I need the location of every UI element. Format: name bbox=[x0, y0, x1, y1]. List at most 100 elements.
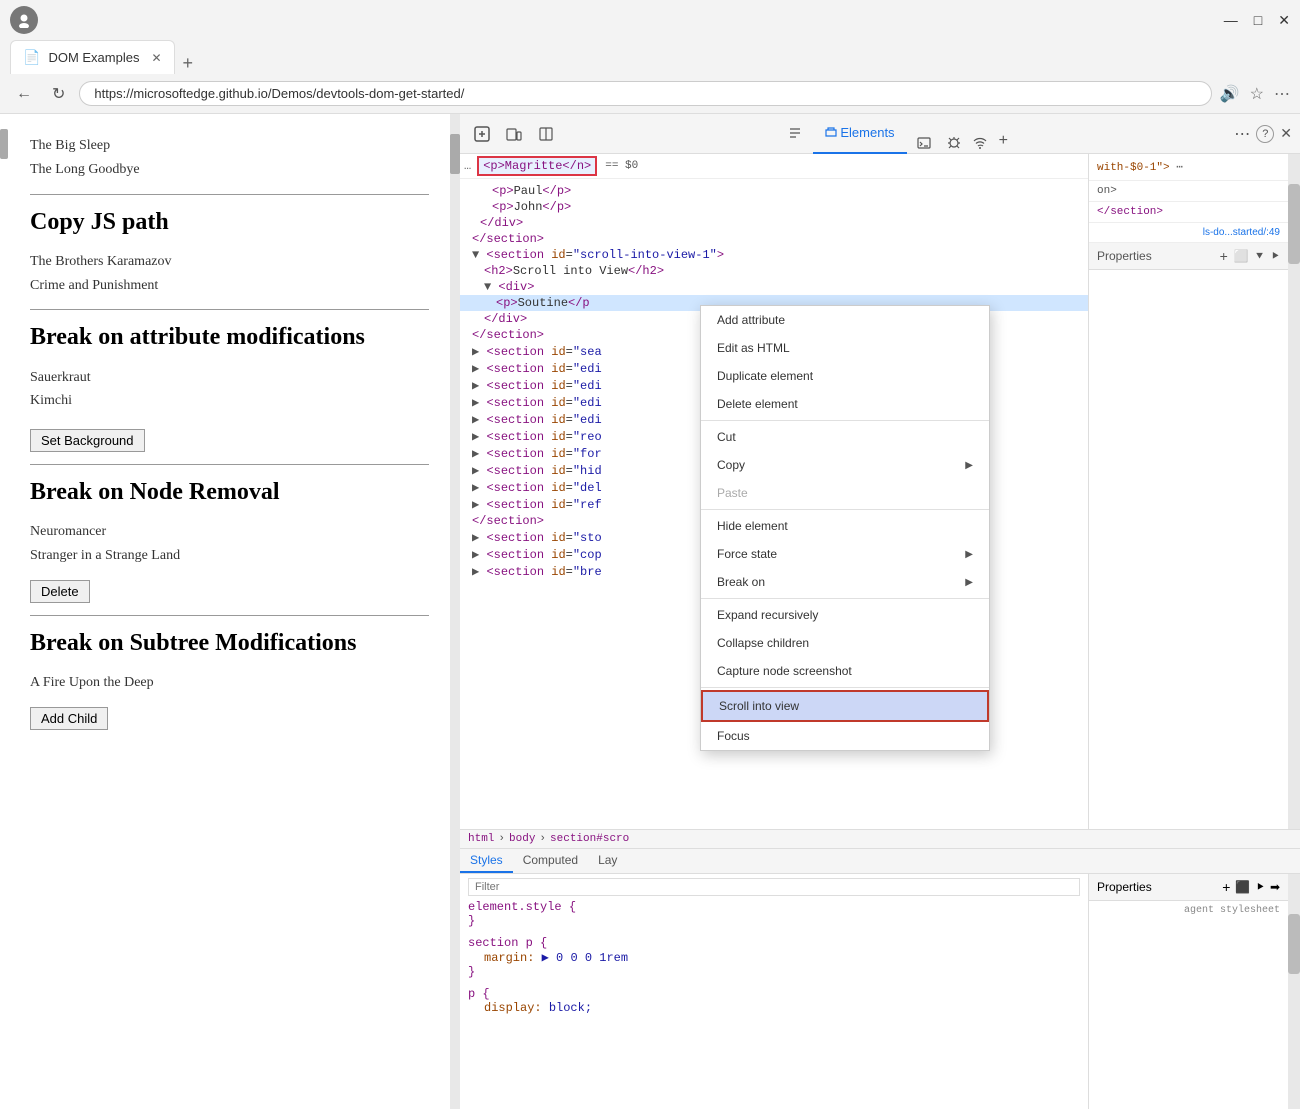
ctx-copy[interactable]: Copy ▶ bbox=[701, 451, 989, 479]
ctx-capture[interactable]: Capture node screenshot bbox=[701, 657, 989, 685]
computed-tab[interactable]: Computed bbox=[513, 849, 588, 873]
tab-elements[interactable] bbox=[780, 114, 813, 154]
divider-2 bbox=[30, 309, 429, 310]
ctx-cut[interactable]: Cut bbox=[701, 423, 989, 451]
right-node-text-1: with-$0-1"> ⋯ bbox=[1097, 160, 1280, 174]
url-input[interactable] bbox=[79, 81, 1211, 106]
ctx-delete[interactable]: Delete element bbox=[701, 390, 989, 418]
source-link[interactable]: ls-do...started/:49 bbox=[1203, 227, 1280, 238]
set-background-button[interactable]: Set Background bbox=[30, 429, 145, 452]
styles-content: element.style { } section p { margin: ▶ … bbox=[460, 874, 1088, 1109]
bottom-right-panel: Properties + ⬛ ⯈ ➡ agent stylesheet bbox=[1088, 874, 1288, 1109]
inspect-element-button[interactable] bbox=[468, 122, 496, 146]
ctx-duplicate[interactable]: Duplicate element bbox=[701, 362, 989, 390]
plus-icon[interactable]: + bbox=[1222, 879, 1230, 895]
section-title-5: Break on Subtree Modifications bbox=[30, 628, 429, 659]
grid-icon[interactable]: ⬛ bbox=[1235, 880, 1250, 894]
ctx-label: Hide element bbox=[717, 519, 788, 533]
right-panel-node-2: on> bbox=[1089, 181, 1288, 202]
more-icon[interactable]: ⋯ bbox=[1274, 84, 1290, 104]
style-rule-selector: element.style { bbox=[468, 900, 1080, 914]
back-button[interactable]: ← bbox=[10, 81, 38, 107]
bottom-properties-label: Properties bbox=[1097, 880, 1152, 894]
styles-tab[interactable]: Styles bbox=[460, 849, 513, 873]
console-drawer-button[interactable] bbox=[911, 132, 937, 154]
ctx-sep-4 bbox=[701, 687, 989, 688]
close-button[interactable]: ✕ bbox=[1278, 12, 1290, 29]
add-property-icon[interactable]: + bbox=[1220, 248, 1228, 264]
ctx-label: Delete element bbox=[717, 397, 798, 411]
close-devtools-icon[interactable]: ✕ bbox=[1280, 125, 1292, 142]
ellipsis-icon: … bbox=[464, 159, 471, 173]
chevron-down-icon[interactable]: ⯆ bbox=[1255, 249, 1265, 264]
maximize-button[interactable]: □ bbox=[1254, 12, 1262, 29]
section-title-3: Break on attribute modifications bbox=[30, 322, 429, 353]
address-bar: ← ↻ 🔊 ☆ ⋯ bbox=[0, 74, 1300, 114]
bottom-properties-content: agent stylesheet bbox=[1089, 901, 1288, 1109]
filter-input[interactable] bbox=[468, 878, 1080, 896]
highlighted-node[interactable]: <p>Magritte</n> bbox=[477, 156, 597, 176]
section-break-subtree: Break on Subtree Modifications A Fire Up… bbox=[30, 628, 429, 730]
read-aloud-icon[interactable]: 🔊 bbox=[1220, 84, 1240, 104]
refresh-button[interactable]: ↻ bbox=[46, 80, 71, 108]
book-list-5: A Fire Upon the Deep bbox=[30, 671, 429, 695]
device-emulation-button[interactable] bbox=[500, 122, 528, 146]
ctx-label: Edit as HTML bbox=[717, 341, 790, 355]
bottom-content: element.style { } section p { margin: ▶ … bbox=[460, 874, 1300, 1109]
dom-line: <p>John</p> bbox=[460, 199, 1088, 215]
ctx-break-on[interactable]: Break on ▶ bbox=[701, 568, 989, 596]
bottom-properties-header: Properties + ⬛ ⯈ ➡ bbox=[1089, 874, 1288, 901]
breadcrumb-item-html[interactable]: html bbox=[468, 833, 494, 845]
tab-elements-text[interactable]: Elements bbox=[813, 114, 906, 154]
dom-line: <p>Paul</p> bbox=[460, 183, 1088, 199]
ctx-edit-html[interactable]: Edit as HTML bbox=[701, 334, 989, 362]
right-panel-node-3: </section> bbox=[1089, 202, 1288, 223]
ctx-add-attribute[interactable]: Add attribute bbox=[701, 306, 989, 334]
ctx-scroll-into-view[interactable]: Scroll into view bbox=[701, 690, 989, 722]
expand-right-icon[interactable]: ➡ bbox=[1270, 880, 1280, 894]
dom-equals-symbol: == $0 bbox=[605, 160, 638, 172]
ctx-paste: Paste bbox=[701, 479, 989, 507]
ctx-label: Capture node screenshot bbox=[717, 664, 852, 678]
add-tool-button[interactable]: + bbox=[993, 128, 1014, 154]
forward-icon[interactable]: ⯈ bbox=[1255, 880, 1265, 895]
right-panel-node-info: with-$0-1"> ⋯ bbox=[1089, 154, 1288, 181]
dom-line: <h2>Scroll into View</h2> bbox=[460, 263, 1088, 279]
devtools-toolbar: Elements + ⋯ ? ✕ bbox=[460, 114, 1300, 154]
properties-icons: + ⬜ ⯆ ⯈ bbox=[1220, 248, 1280, 264]
main-area: The Big Sleep The Long Goodbye Copy JS p… bbox=[0, 114, 1300, 1109]
help-icon[interactable]: ? bbox=[1256, 125, 1274, 143]
layout-tab[interactable]: Lay bbox=[588, 849, 627, 873]
browser-tab[interactable]: 📄 DOM Examples ✕ bbox=[10, 40, 175, 74]
expand-icon[interactable]: ⯈ bbox=[1270, 249, 1280, 264]
ctx-expand[interactable]: Expand recursively bbox=[701, 601, 989, 629]
profile-avatar[interactable] bbox=[10, 6, 38, 34]
minimize-button[interactable]: — bbox=[1224, 12, 1238, 29]
section-break-node: Break on Node Removal Neuromancer Strang… bbox=[30, 477, 429, 603]
ctx-force-state[interactable]: Force state ▶ bbox=[701, 540, 989, 568]
add-child-button[interactable]: Add Child bbox=[30, 707, 108, 730]
breadcrumb-bar: html › body › section#scro bbox=[460, 830, 1300, 849]
section-copy-js-path: Copy JS path The Brothers Karamazov Crim… bbox=[30, 207, 429, 298]
breadcrumb-item-section[interactable]: section#scro bbox=[550, 833, 629, 845]
ctx-label: Add attribute bbox=[717, 313, 785, 327]
new-tab-button[interactable]: + bbox=[175, 53, 202, 74]
layout-icon[interactable]: ⬜ bbox=[1234, 249, 1249, 263]
ctx-focus[interactable]: Focus bbox=[701, 722, 989, 750]
wifi-button[interactable] bbox=[967, 132, 993, 154]
breadcrumb-item-body[interactable]: body bbox=[509, 833, 535, 845]
bug-button[interactable] bbox=[941, 132, 967, 154]
devtools-right-tools: ⋯ ? ✕ bbox=[1234, 124, 1292, 144]
ctx-label: Focus bbox=[717, 729, 750, 743]
tab-close-button[interactable]: ✕ bbox=[151, 51, 161, 65]
page-wrapper: The Big Sleep The Long Goodbye Copy JS p… bbox=[0, 114, 460, 1109]
favorites-icon[interactable]: ☆ bbox=[1250, 84, 1264, 104]
dock-side-button[interactable] bbox=[532, 122, 560, 146]
delete-button[interactable]: Delete bbox=[30, 580, 90, 603]
context-menu: Add attribute Edit as HTML Duplicate ele… bbox=[700, 305, 990, 751]
ctx-hide[interactable]: Hide element bbox=[701, 512, 989, 540]
properties-content bbox=[1089, 270, 1288, 829]
ctx-collapse[interactable]: Collapse children bbox=[701, 629, 989, 657]
divider-3 bbox=[30, 464, 429, 465]
more-tools-icon[interactable]: ⋯ bbox=[1234, 124, 1250, 144]
